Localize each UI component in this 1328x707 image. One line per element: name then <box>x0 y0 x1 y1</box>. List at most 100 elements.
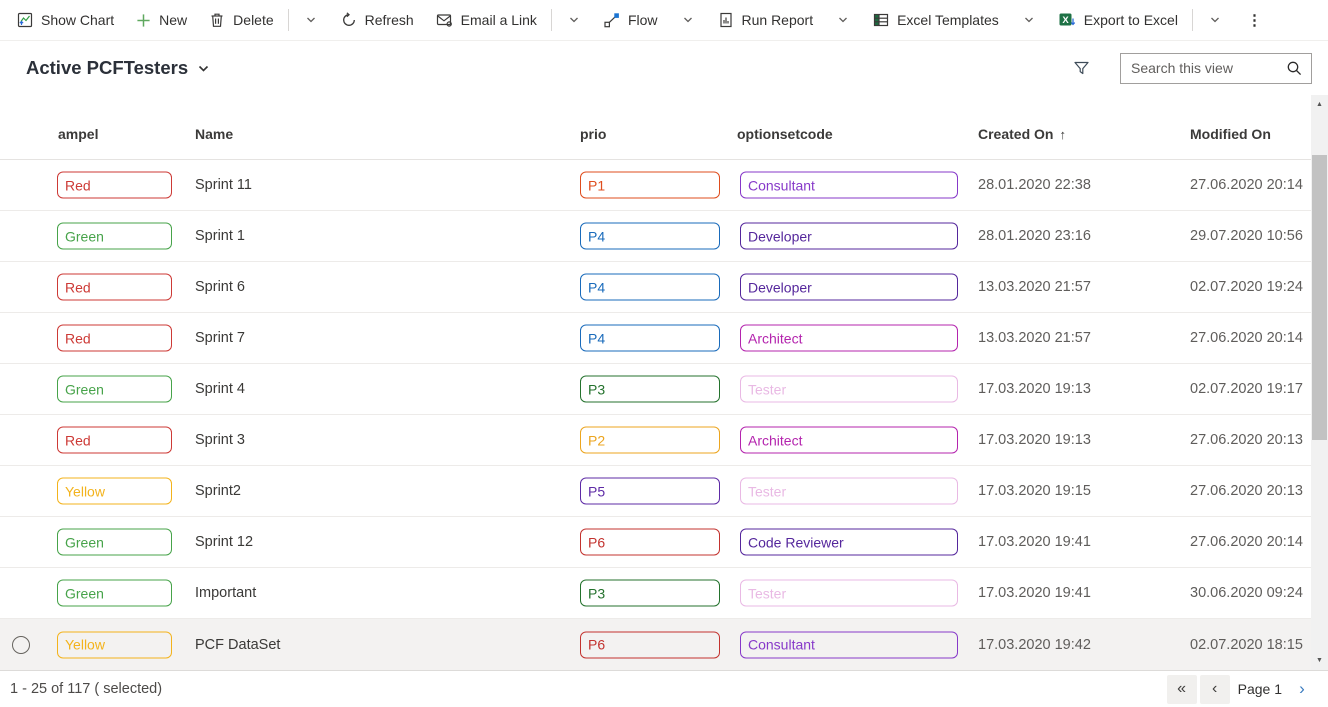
ampel-badge[interactable]: Green <box>57 528 172 556</box>
table-row[interactable]: Green Sprint 12 P6 Code Reviewer 17.03.2… <box>0 517 1311 568</box>
prio-badge[interactable]: P4 <box>580 324 720 352</box>
modified-on-cell: 27.06.2020 20:14 <box>1190 534 1303 550</box>
refresh-button[interactable]: Refresh <box>330 0 425 41</box>
delete-button[interactable]: Delete <box>198 0 284 41</box>
column-header-modified-on[interactable]: Modified On <box>1190 126 1271 142</box>
chevron-down-icon <box>1022 13 1036 27</box>
name-cell[interactable]: PCF DataSet <box>195 637 280 653</box>
ampel-badge[interactable]: Red <box>57 324 172 352</box>
optionset-badge[interactable]: Tester <box>740 579 958 607</box>
flow-button[interactable]: Flow <box>593 0 669 41</box>
show-chart-button[interactable]: Show Chart <box>6 0 125 41</box>
table-row-highlighted[interactable]: Yellow PCF DataSet P6 Consultant 17.03.2… <box>0 619 1311 670</box>
next-page-button[interactable]: › <box>1290 675 1314 704</box>
search-box[interactable] <box>1120 52 1312 84</box>
ampel-badge[interactable]: Red <box>57 273 172 301</box>
prio-badge[interactable]: P2 <box>580 426 720 454</box>
prio-badge[interactable]: P1 <box>580 171 720 199</box>
pagination: « ‹ Page 1 › <box>1166 674 1314 704</box>
name-cell[interactable]: Sprint 7 <box>195 330 245 346</box>
optionset-badge[interactable]: Developer <box>740 222 958 250</box>
sort-ascending-icon: ↑ <box>1059 126 1066 142</box>
vertical-scrollbar[interactable]: ▲ ▼ <box>1311 95 1328 670</box>
excel-templates-button[interactable]: Excel Templates <box>862 0 1010 41</box>
run-report-menu-chevron[interactable] <box>824 0 862 41</box>
prio-badge[interactable]: P6 <box>580 631 720 658</box>
optionset-badge[interactable]: Code Reviewer <box>740 528 958 556</box>
name-cell[interactable]: Sprint 12 <box>195 534 253 550</box>
grid-body: Red Sprint 11 P1 Consultant 28.01.2020 2… <box>0 160 1311 670</box>
ampel-badge[interactable]: Yellow <box>57 477 172 505</box>
name-cell[interactable]: Important <box>195 585 256 601</box>
modified-on-cell: 27.06.2020 20:13 <box>1190 483 1303 499</box>
optionset-badge[interactable]: Architect <box>740 324 958 352</box>
overflow-chevron-button[interactable] <box>1196 0 1234 41</box>
filter-button[interactable] <box>1067 54 1096 82</box>
column-header-prio[interactable]: prio <box>580 126 606 142</box>
created-on-cell: 17.03.2020 19:42 <box>978 636 1091 653</box>
first-page-button[interactable]: « <box>1166 674 1197 704</box>
ampel-badge[interactable]: Green <box>57 375 172 403</box>
optionset-badge[interactable]: Consultant <box>740 631 958 658</box>
email-link-button[interactable]: Email a Link <box>425 0 548 41</box>
new-button[interactable]: New <box>125 0 198 41</box>
name-cell[interactable]: Sprint 3 <box>195 432 245 448</box>
prio-badge[interactable]: P4 <box>580 273 720 301</box>
next-page-icon: › <box>1299 679 1305 698</box>
row-select-radio[interactable] <box>12 635 30 654</box>
column-header-name[interactable]: Name <box>195 126 233 142</box>
name-cell[interactable]: Sprint2 <box>195 483 241 499</box>
previous-page-button[interactable]: ‹ <box>1199 674 1230 704</box>
ampel-badge[interactable]: Red <box>57 426 172 454</box>
more-commands-button[interactable]: ⋮ <box>1234 11 1275 29</box>
table-row[interactable]: Red Sprint 11 P1 Consultant 28.01.2020 2… <box>0 160 1311 211</box>
column-header-optionsetcode[interactable]: optionsetcode <box>737 126 833 142</box>
ampel-badge[interactable]: Yellow <box>57 631 172 658</box>
prio-badge[interactable]: P3 <box>580 375 720 403</box>
view-selector[interactable]: Active PCFTesters <box>26 57 210 79</box>
excel-templates-menu-chevron[interactable] <box>1010 0 1048 41</box>
chevron-down-icon <box>567 13 581 27</box>
table-row[interactable]: Green Sprint 1 P4 Developer 28.01.2020 2… <box>0 211 1311 262</box>
table-row[interactable]: Green Sprint 4 P3 Tester 17.03.2020 19:1… <box>0 364 1311 415</box>
table-row[interactable]: Yellow Sprint2 P5 Tester 17.03.2020 19:1… <box>0 466 1311 517</box>
table-row[interactable]: Red Sprint 7 P4 Architect 13.03.2020 21:… <box>0 313 1311 364</box>
column-header-ampel[interactable]: ampel <box>58 126 98 142</box>
scroll-down-button[interactable]: ▼ <box>1311 654 1328 667</box>
optionset-badge[interactable]: Tester <box>740 477 958 505</box>
ampel-badge[interactable]: Green <box>57 222 172 250</box>
svg-text:X: X <box>1062 15 1069 26</box>
scroll-up-button[interactable]: ▲ <box>1311 98 1328 111</box>
prio-badge[interactable]: P3 <box>580 579 720 607</box>
modified-on-cell: 27.06.2020 20:13 <box>1190 432 1303 448</box>
name-cell[interactable]: Sprint 1 <box>195 228 245 244</box>
optionset-badge[interactable]: Tester <box>740 375 958 403</box>
flow-menu-chevron[interactable] <box>669 0 707 41</box>
ampel-badge[interactable]: Green <box>57 579 172 607</box>
table-row[interactable]: Red Sprint 6 P4 Developer 13.03.2020 21:… <box>0 262 1311 313</box>
scrollbar-thumb[interactable] <box>1312 155 1327 440</box>
search-icon[interactable] <box>1286 60 1303 77</box>
column-header-created-on[interactable]: Created On ↑ <box>978 126 1066 142</box>
table-row[interactable]: Red Sprint 3 P2 Architect 17.03.2020 19:… <box>0 415 1311 466</box>
overflow-chevron-button[interactable] <box>292 0 330 41</box>
optionset-badge[interactable]: Architect <box>740 426 958 454</box>
command-bar: Show Chart New Delete Refresh Email a Li… <box>0 0 1328 41</box>
name-cell[interactable]: Sprint 11 <box>195 177 252 193</box>
run-report-button[interactable]: Run Report <box>707 0 825 41</box>
overflow-chevron-button[interactable] <box>555 0 593 41</box>
export-to-excel-button[interactable]: X Export to Excel <box>1048 0 1189 41</box>
optionset-badge[interactable]: Consultant <box>740 171 958 199</box>
optionset-badge[interactable]: Developer <box>740 273 958 301</box>
ampel-badge[interactable]: Red <box>57 171 172 199</box>
prio-badge[interactable]: P5 <box>580 477 720 505</box>
toolbar-divider <box>287 9 289 31</box>
prio-badge[interactable]: P4 <box>580 222 720 250</box>
flow-label: Flow <box>627 12 658 28</box>
search-input[interactable] <box>1131 60 1286 76</box>
prio-badge[interactable]: P6 <box>580 528 720 556</box>
new-label: New <box>159 12 188 28</box>
name-cell[interactable]: Sprint 4 <box>195 381 245 397</box>
name-cell[interactable]: Sprint 6 <box>195 279 245 295</box>
table-row[interactable]: Green Important P3 Tester 17.03.2020 19:… <box>0 568 1311 619</box>
